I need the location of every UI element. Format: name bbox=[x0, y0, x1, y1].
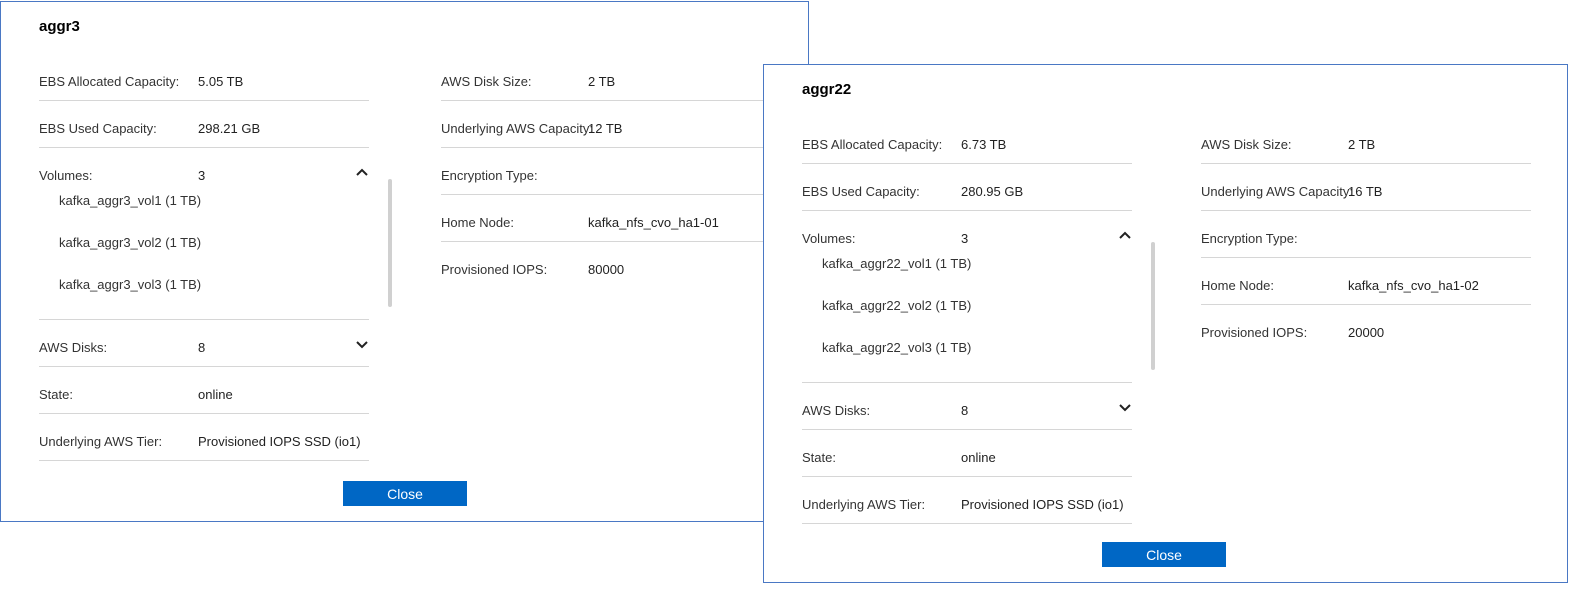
chevron-down-icon[interactable] bbox=[355, 337, 369, 351]
list-item: kafka_aggr3_vol3 (1 TB) bbox=[59, 277, 202, 292]
chevron-up-icon[interactable] bbox=[355, 165, 369, 179]
aws-capacity-row: Underlying AWS Capacity: 12 TB bbox=[441, 101, 771, 148]
aws-disks-value: 8 bbox=[961, 403, 969, 418]
home-node-label: Home Node: bbox=[1201, 278, 1274, 293]
home-node-row: Home Node: kafka_nfs_cvo_ha1-01 bbox=[441, 195, 771, 242]
aws-capacity-row: Underlying AWS Capacity: 16 TB bbox=[1201, 164, 1531, 211]
state-row: State: online bbox=[802, 430, 1132, 477]
dialog-title: aggr3 bbox=[39, 18, 80, 35]
volume-list: kafka_aggr3_vol1 (1 TB) kafka_aggr3_vol2… bbox=[59, 194, 201, 320]
close-button[interactable]: Close bbox=[343, 481, 467, 506]
close-button[interactable]: Close bbox=[1102, 542, 1226, 567]
ebs-allocated-value: 5.05 TB bbox=[198, 74, 244, 89]
disk-size-value: 2 TB bbox=[588, 74, 616, 89]
aggregate-details-dialog-aggr22: aggr22 EBS Allocated Capacity: 6.73 TB E… bbox=[763, 64, 1568, 583]
encryption-row: Encryption Type: bbox=[441, 148, 771, 195]
ebs-allocated-label: EBS Allocated Capacity: bbox=[39, 74, 180, 89]
home-node-value: kafka_nfs_cvo_ha1-02 bbox=[1348, 278, 1479, 293]
volumes-count: 3 bbox=[961, 231, 969, 246]
aws-disks-row: AWS Disks: 8 bbox=[39, 320, 369, 367]
left-column: EBS Allocated Capacity: 6.73 TB EBS Used… bbox=[802, 117, 1155, 524]
state-label: State: bbox=[802, 450, 836, 465]
aws-capacity-label: Underlying AWS Capacity: bbox=[441, 121, 593, 136]
volume-list-scrollbar[interactable] bbox=[1151, 242, 1155, 370]
volumes-label: Volumes: bbox=[802, 231, 856, 246]
state-value: online bbox=[198, 387, 233, 402]
home-node-label: Home Node: bbox=[441, 215, 514, 230]
ebs-used-row: EBS Used Capacity: 298.21 GB bbox=[39, 101, 369, 148]
disk-size-value: 2 TB bbox=[1348, 137, 1376, 152]
right-column: AWS Disk Size: 2 TB Underlying AWS Capac… bbox=[441, 54, 771, 288]
state-label: State: bbox=[39, 387, 73, 402]
tier-row: Underlying AWS Tier: Provisioned IOPS SS… bbox=[802, 477, 1132, 524]
disk-size-row: AWS Disk Size: 2 TB bbox=[441, 54, 771, 101]
aws-capacity-label: Underlying AWS Capacity: bbox=[1201, 184, 1353, 199]
list-item: kafka_aggr3_vol1 (1 TB) bbox=[59, 193, 202, 208]
tier-value: Provisioned IOPS SSD (io1) bbox=[961, 497, 1124, 512]
iops-value: 80000 bbox=[588, 262, 625, 277]
ebs-used-label: EBS Used Capacity: bbox=[39, 121, 157, 136]
tier-label: Underlying AWS Tier: bbox=[39, 434, 163, 449]
aws-capacity-value: 16 TB bbox=[1348, 184, 1383, 199]
ebs-used-row: EBS Used Capacity: 280.95 GB bbox=[802, 164, 1132, 211]
tier-label: Underlying AWS Tier: bbox=[802, 497, 926, 512]
ebs-allocated-row: EBS Allocated Capacity: 5.05 TB bbox=[39, 54, 369, 101]
volumes-row: Volumes: 3 kafka_aggr3_vol1 (1 TB) kafka… bbox=[39, 148, 392, 320]
ebs-allocated-row: EBS Allocated Capacity: 6.73 TB bbox=[802, 117, 1132, 164]
encryption-row: Encryption Type: bbox=[1201, 211, 1531, 258]
aws-disks-label: AWS Disks: bbox=[39, 340, 108, 355]
volumes-count: 3 bbox=[198, 168, 206, 183]
iops-label: Provisioned IOPS: bbox=[1201, 325, 1308, 340]
disk-size-label: AWS Disk Size: bbox=[441, 74, 532, 89]
tier-row: Underlying AWS Tier: Provisioned IOPS SS… bbox=[39, 414, 369, 461]
list-item: kafka_aggr22_vol1 (1 TB) bbox=[822, 256, 972, 271]
disk-size-row: AWS Disk Size: 2 TB bbox=[1201, 117, 1531, 164]
encryption-label: Encryption Type: bbox=[441, 168, 538, 183]
aggregate-details-dialog-aggr3: aggr3 EBS Allocated Capacity: 5.05 TB EB… bbox=[0, 1, 809, 522]
ebs-used-label: EBS Used Capacity: bbox=[802, 184, 920, 199]
chevron-down-icon[interactable] bbox=[1118, 400, 1132, 414]
state-value: online bbox=[961, 450, 996, 465]
iops-row: Provisioned IOPS: 80000 bbox=[441, 242, 771, 288]
list-item: kafka_aggr3_vol2 (1 TB) bbox=[59, 235, 202, 250]
iops-row: Provisioned IOPS: 20000 bbox=[1201, 305, 1531, 351]
aws-capacity-value: 12 TB bbox=[588, 121, 623, 136]
state-row: State: online bbox=[39, 367, 369, 414]
home-node-row: Home Node: kafka_nfs_cvo_ha1-02 bbox=[1201, 258, 1531, 305]
ebs-used-value: 298.21 GB bbox=[198, 121, 261, 136]
home-node-value: kafka_nfs_cvo_ha1-01 bbox=[588, 215, 719, 230]
aws-disks-row: AWS Disks: 8 bbox=[802, 383, 1132, 430]
volume-list: kafka_aggr22_vol1 (1 TB) kafka_aggr22_vo… bbox=[822, 257, 971, 383]
left-column: EBS Allocated Capacity: 5.05 TB EBS Used… bbox=[39, 54, 392, 461]
aws-disks-value: 8 bbox=[198, 340, 206, 355]
dialog-title: aggr22 bbox=[802, 81, 852, 98]
chevron-up-icon[interactable] bbox=[1118, 228, 1132, 242]
list-item: kafka_aggr22_vol3 (1 TB) bbox=[822, 340, 972, 355]
aws-disks-label: AWS Disks: bbox=[802, 403, 871, 418]
volume-list-scrollbar[interactable] bbox=[388, 179, 392, 307]
iops-value: 20000 bbox=[1348, 325, 1385, 340]
encryption-label: Encryption Type: bbox=[1201, 231, 1298, 246]
volumes-row: Volumes: 3 kafka_aggr22_vol1 (1 TB) kafk… bbox=[802, 211, 1155, 383]
list-item: kafka_aggr22_vol2 (1 TB) bbox=[822, 298, 972, 313]
volumes-label: Volumes: bbox=[39, 168, 93, 183]
tier-value: Provisioned IOPS SSD (io1) bbox=[198, 434, 361, 449]
disk-size-label: AWS Disk Size: bbox=[1201, 137, 1292, 152]
ebs-allocated-value: 6.73 TB bbox=[961, 137, 1007, 152]
iops-label: Provisioned IOPS: bbox=[441, 262, 548, 277]
right-column: AWS Disk Size: 2 TB Underlying AWS Capac… bbox=[1201, 117, 1531, 351]
ebs-allocated-label: EBS Allocated Capacity: bbox=[802, 137, 943, 152]
ebs-used-value: 280.95 GB bbox=[961, 184, 1024, 199]
